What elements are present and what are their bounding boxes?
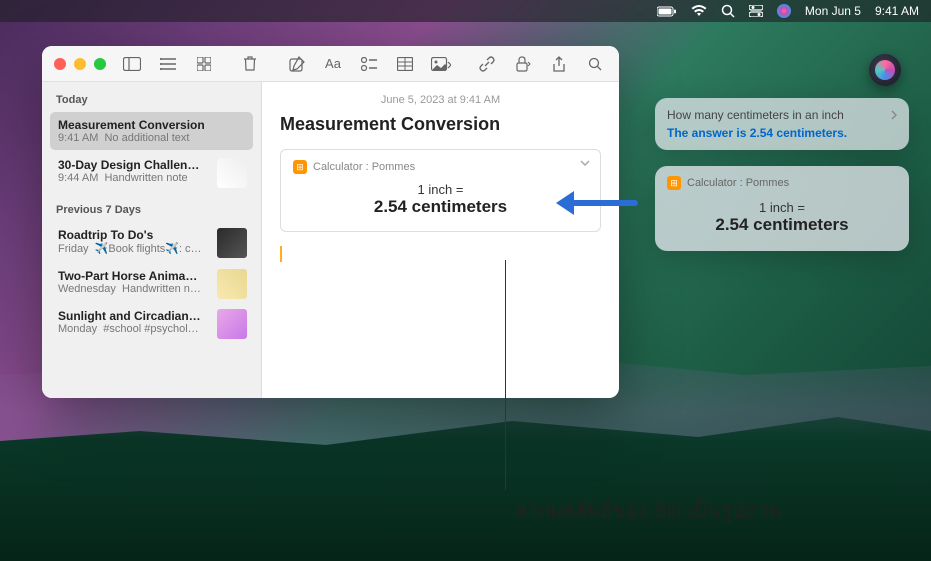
chevron-down-icon[interactable] <box>580 160 590 166</box>
grid-view-icon[interactable] <box>192 52 216 76</box>
calc-header: ⊞ Calculator : Pommes <box>293 160 588 174</box>
note-item[interactable]: Roadtrip To Do's Friday ✈️Book flights✈️… <box>50 222 253 261</box>
note-title: 30-Day Design Challen… <box>58 158 213 172</box>
note-item[interactable]: Two-Part Horse Anima… Wednesday Handwrit… <box>50 263 253 301</box>
chevron-right-icon <box>891 110 897 120</box>
drag-arrow <box>556 188 636 218</box>
notes-window: Aa Today Measurement Conversion 9:41 AM … <box>42 46 619 398</box>
editor-title[interactable]: Measurement Conversion <box>280 114 601 135</box>
note-meta: Monday #school #psychol… <box>58 323 213 335</box>
note-thumbnail <box>217 158 247 188</box>
link-icon[interactable] <box>475 52 499 76</box>
note-title: Sunlight and Circadian… <box>58 309 213 323</box>
siri-calculator-card[interactable]: ⊞ Calculator : Pommes 1 inch = 2.54 cent… <box>655 166 909 251</box>
battery-icon[interactable] <box>657 6 677 17</box>
sidebar-section-today: Today <box>50 90 253 110</box>
callout-text: ลากผลลัพธ์ของ Siri เป็นรูปภาพ <box>515 494 782 526</box>
menubar-time[interactable]: 9:41 AM <box>875 4 919 18</box>
note-thumbnail <box>217 269 247 299</box>
calculator-icon: ⊞ <box>293 160 307 174</box>
compose-icon[interactable] <box>285 52 309 76</box>
minimize-button[interactable] <box>74 58 86 70</box>
share-icon[interactable] <box>547 52 571 76</box>
note-thumbnail <box>217 309 247 339</box>
note-item[interactable]: Sunlight and Circadian… Monday #school #… <box>50 303 253 341</box>
siri-icon[interactable] <box>777 4 791 18</box>
note-item[interactable]: 30-Day Design Challen… 9:44 AM Handwritt… <box>50 152 253 190</box>
siri-button[interactable] <box>869 54 901 86</box>
callout-line <box>505 260 506 490</box>
calc-result: 2.54 centimeters <box>293 197 588 217</box>
lock-icon[interactable] <box>511 52 535 76</box>
note-title: Two-Part Horse Anima… <box>58 269 213 283</box>
note-meta: 9:44 AM Handwritten note <box>58 172 213 184</box>
calc-equation: 1 inch = <box>667 200 897 215</box>
note-meta: 9:41 AM No additional text <box>58 132 245 144</box>
note-title: Measurement Conversion <box>58 118 245 132</box>
table-icon[interactable] <box>393 52 417 76</box>
menubar: Mon Jun 5 9:41 AM <box>0 0 931 22</box>
calc-result: 2.54 centimeters <box>667 215 897 235</box>
menubar-date[interactable]: Mon Jun 5 <box>805 4 861 18</box>
checklist-icon[interactable] <box>357 52 381 76</box>
calc-header: ⊞ Calculator : Pommes <box>667 176 897 190</box>
siri-orb-icon <box>875 60 895 80</box>
siri-query[interactable]: How many centimeters in an inch <box>667 108 897 122</box>
titlebar: Aa <box>42 46 619 82</box>
note-title: Roadtrip To Do's <box>58 228 213 242</box>
trash-icon[interactable] <box>238 52 262 76</box>
format-icon[interactable]: Aa <box>321 52 345 76</box>
note-meta: Wednesday Handwritten n… <box>58 283 213 295</box>
sidebar: Today Measurement Conversion 9:41 AM No … <box>42 82 262 398</box>
list-view-icon[interactable] <box>156 52 180 76</box>
calculator-icon: ⊞ <box>667 176 681 190</box>
notes-body: Today Measurement Conversion 9:41 AM No … <box>42 82 619 398</box>
zoom-button[interactable] <box>94 58 106 70</box>
calc-source: Calculator : Pommes <box>313 161 415 173</box>
search-icon[interactable] <box>583 52 607 76</box>
sidebar-section-prev: Previous 7 Days <box>50 200 253 220</box>
note-thumbnail <box>217 228 247 258</box>
calc-source: Calculator : Pommes <box>687 177 789 189</box>
editor-date: June 5, 2023 at 9:41 AM <box>280 94 601 106</box>
calc-equation: 1 inch = <box>293 182 588 197</box>
control-center-icon[interactable] <box>749 5 763 17</box>
traffic-lights <box>54 58 106 70</box>
wifi-icon[interactable] <box>691 5 707 17</box>
siri-answer: The answer is 2.54 centimeters. <box>667 126 897 140</box>
media-icon[interactable] <box>429 52 453 76</box>
note-meta: Friday ✈️Book flights✈️: c… <box>58 242 213 255</box>
note-item[interactable]: Measurement Conversion 9:41 AM No additi… <box>50 112 253 150</box>
spotlight-icon[interactable] <box>721 4 735 18</box>
close-button[interactable] <box>54 58 66 70</box>
editor[interactable]: June 5, 2023 at 9:41 AM Measurement Conv… <box>262 82 619 398</box>
calculator-card[interactable]: ⊞ Calculator : Pommes 1 inch = 2.54 cent… <box>280 149 601 232</box>
sidebar-toggle-icon[interactable] <box>120 52 144 76</box>
siri-response-panel[interactable]: How many centimeters in an inch The answ… <box>655 98 909 150</box>
text-cursor <box>280 246 282 262</box>
